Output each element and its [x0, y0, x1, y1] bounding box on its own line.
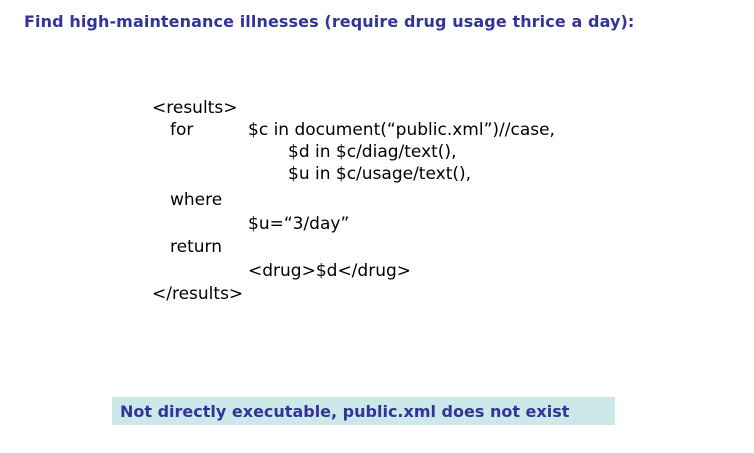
code-where-clause: $u=“3/day” [248, 214, 350, 234]
code-for-keyword: for [170, 120, 194, 140]
callout-text: Not directly executable, public.xml does… [120, 401, 570, 421]
code-for-clause-1: $c in document(“public.xml”)//case, [248, 120, 555, 140]
code-where-keyword: where [170, 190, 223, 210]
code-close-tag: </results> [152, 284, 244, 304]
code-for-clause-2: $d in $c/diag/text(), [288, 142, 457, 162]
code-return-clause: <drug>$d</drug> [248, 261, 412, 281]
code-return-keyword: return [170, 237, 222, 257]
code-for-clause-3: $u in $c/usage/text(), [288, 164, 472, 184]
code-open-tag: <results> [152, 98, 238, 118]
callout-box: Not directly executable, public.xml does… [112, 397, 615, 425]
slide-title: Find high-maintenance illnesses (require… [24, 12, 635, 31]
